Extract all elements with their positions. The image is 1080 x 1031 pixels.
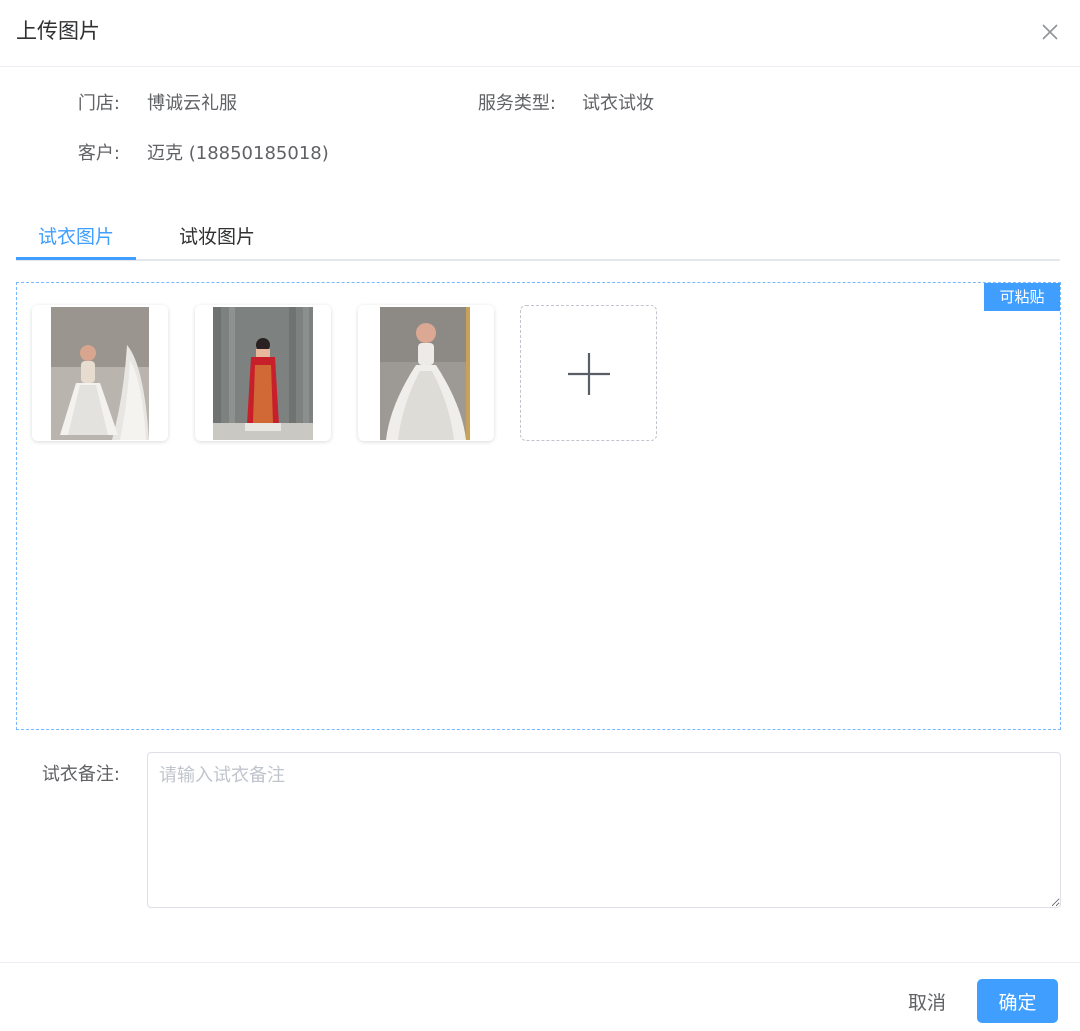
- plus-icon: [568, 353, 610, 395]
- active-tab-indicator: [16, 257, 136, 260]
- uploaded-image-thumbnail-3[interactable]: [358, 305, 494, 441]
- paste-upload-area[interactable]: 可粘贴: [16, 282, 1061, 730]
- tab-makeup-images[interactable]: 试妆图片: [179, 224, 255, 250]
- white-wedding-gown-photo: [32, 305, 168, 441]
- red-chinese-wedding-dress-photo: [195, 305, 331, 441]
- add-image-button[interactable]: [520, 305, 657, 441]
- store-value: 博诚云礼服: [147, 93, 237, 114]
- dialog-header: 上传图片: [0, 0, 1080, 67]
- tab-fitting-images[interactable]: 试衣图片: [38, 224, 114, 250]
- uploaded-image-thumbnail-2[interactable]: [195, 305, 331, 441]
- dialog-title: 上传图片: [16, 19, 100, 43]
- cancel-button[interactable]: 取消: [892, 980, 962, 1022]
- confirm-button[interactable]: 确定: [977, 979, 1058, 1023]
- upload-image-dialog: 上传图片 门店: 博诚云礼服 服务类型: 试衣试妆 客户: 迈克 (188501…: [0, 0, 1080, 1031]
- store-label: 门店:: [77, 93, 120, 114]
- fitting-remark-textarea[interactable]: [147, 752, 1061, 908]
- close-icon[interactable]: [1036, 18, 1064, 46]
- service-type-label: 服务类型:: [477, 93, 556, 114]
- footer-divider: [0, 962, 1080, 963]
- white-ball-gown-photo: [358, 305, 494, 441]
- customer-label: 客户:: [77, 143, 120, 164]
- customer-value: 迈克 (18850185018): [147, 143, 329, 164]
- service-type-value: 试衣试妆: [582, 93, 654, 114]
- uploaded-image-thumbnail-1[interactable]: [32, 305, 168, 441]
- image-type-tabs: 试衣图片 试妆图片: [16, 216, 1060, 261]
- fitting-remark-label: 试衣备注:: [41, 764, 120, 785]
- paste-badge: 可粘贴: [984, 283, 1060, 311]
